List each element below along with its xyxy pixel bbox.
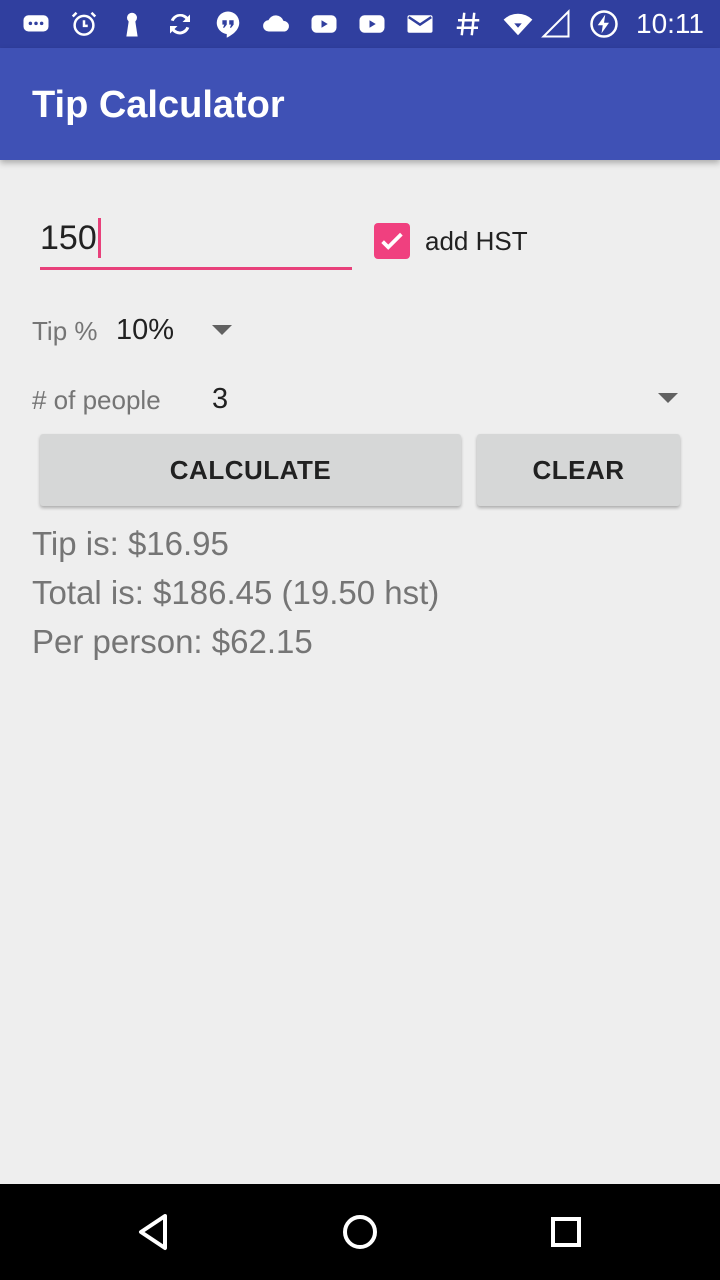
status-bar: 10:11 bbox=[0, 0, 720, 48]
status-time: 10:11 bbox=[636, 8, 704, 39]
checkbox-checked-icon[interactable] bbox=[374, 223, 410, 259]
tip-percent-label: Tip % bbox=[32, 316, 98, 346]
gmail-icon bbox=[404, 8, 436, 40]
cloud-icon bbox=[260, 8, 292, 40]
add-hst-label: add HST bbox=[425, 225, 528, 256]
home-icon[interactable] bbox=[336, 1208, 384, 1256]
people-count-value: 3 bbox=[212, 383, 229, 415]
hash-icon bbox=[452, 8, 484, 40]
alarm-icon bbox=[68, 8, 100, 40]
battery-charging-icon bbox=[588, 8, 620, 40]
app-bar: Tip Calculator bbox=[0, 48, 720, 160]
total-result: Total is: $186.45 (19.50 hst) bbox=[32, 574, 440, 611]
youtube-icon bbox=[308, 8, 340, 40]
messenger-icon bbox=[20, 8, 52, 40]
dropdown-arrow-icon bbox=[658, 393, 678, 403]
tip-percent-value: 10% bbox=[116, 314, 175, 346]
text-cursor bbox=[97, 218, 101, 258]
hangouts-icon bbox=[212, 8, 244, 40]
people-count-label: # of people bbox=[32, 385, 161, 415]
youtube-icon bbox=[356, 8, 388, 40]
amount-input[interactable]: 150 bbox=[40, 218, 352, 270]
per-person-result: Per person: $62.15 bbox=[32, 623, 313, 660]
keyhole-icon bbox=[116, 8, 148, 40]
signal-icon bbox=[540, 8, 572, 40]
sync-icon bbox=[164, 8, 196, 40]
add-hst-checkbox[interactable]: add HST bbox=[374, 222, 528, 260]
navigation-bar bbox=[0, 1184, 720, 1280]
dropdown-arrow-icon bbox=[212, 325, 232, 335]
amount-input-value: 150 bbox=[40, 219, 97, 257]
app-title: Tip Calculator bbox=[32, 84, 285, 126]
wifi-icon bbox=[502, 8, 534, 40]
clear-button[interactable]: CLEAR bbox=[477, 434, 680, 506]
tip-result: Tip is: $16.95 bbox=[32, 525, 229, 562]
recents-icon[interactable] bbox=[542, 1208, 590, 1256]
back-icon[interactable] bbox=[131, 1208, 179, 1256]
main-content: 150 add HST Tip % 10% # of people 3 CALC… bbox=[0, 160, 720, 1184]
calculate-button[interactable]: CALCULATE bbox=[40, 434, 461, 506]
